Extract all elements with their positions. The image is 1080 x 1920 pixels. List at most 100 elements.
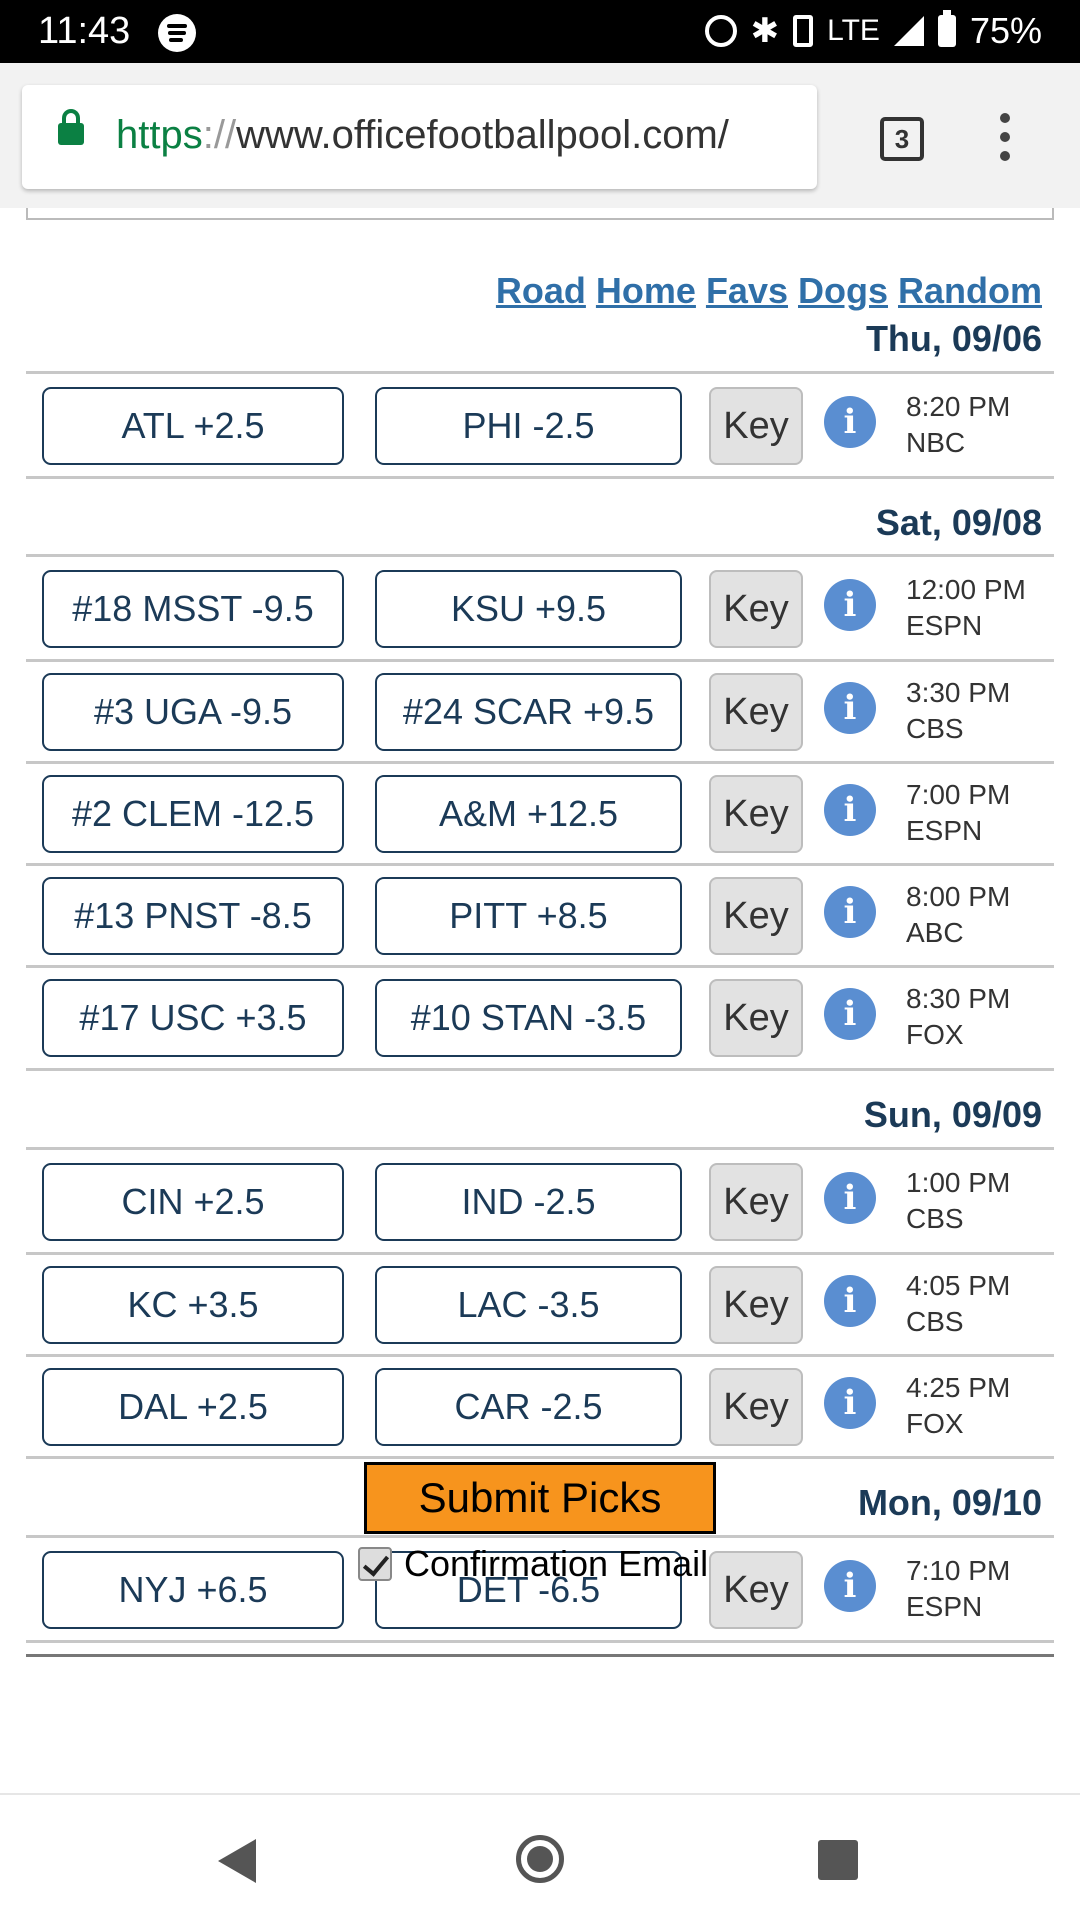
divider	[26, 1640, 1054, 1643]
info-icon[interactable]: i	[824, 682, 876, 734]
game-time: 8:30 PM FOX	[906, 981, 1010, 1053]
game-row: #13 PNST -8.5 PITT +8.5 Key i 8:00 PM ABC	[26, 864, 1054, 966]
home-pick-button[interactable]: PHI -2.5	[375, 387, 682, 465]
home-pick-button[interactable]: IND -2.5	[375, 1163, 682, 1241]
sort-favs-link[interactable]: Favs	[706, 270, 788, 311]
key-button[interactable]: Key	[709, 570, 803, 648]
away-pick-button[interactable]: ATL +2.5	[42, 387, 344, 465]
divider	[26, 1456, 1054, 1459]
away-pick-button[interactable]: #17 USC +3.5	[42, 979, 344, 1057]
divider	[26, 1654, 1054, 1657]
key-button[interactable]: Key	[709, 1266, 803, 1344]
home-pick-button[interactable]: #24 SCAR +9.5	[375, 673, 682, 751]
sort-home-link[interactable]: Home	[596, 270, 696, 311]
system-navigation-bar	[0, 1793, 1080, 1920]
key-button[interactable]: Key	[709, 1551, 803, 1629]
key-button[interactable]: Key	[709, 673, 803, 751]
url-separator: ://	[202, 113, 237, 157]
spotify-icon	[158, 14, 196, 52]
url-bar[interactable]: https://www.officefootballpool.com/	[22, 85, 817, 189]
info-icon[interactable]: i	[824, 1172, 876, 1224]
game-row: CIN +2.5 IND -2.5 Key i 1:00 PM CBS	[26, 1150, 1054, 1252]
home-pick-button[interactable]: CAR -2.5	[375, 1368, 682, 1446]
away-pick-button[interactable]: #13 PNST -8.5	[42, 877, 344, 955]
home-pick-button[interactable]: KSU +9.5	[375, 570, 682, 648]
tv-network: CBS	[906, 713, 964, 744]
info-icon[interactable]: i	[824, 1275, 876, 1327]
back-icon[interactable]	[218, 1839, 256, 1883]
tab-switcher-button[interactable]: 3	[880, 117, 924, 161]
sort-random-link[interactable]: Random	[898, 270, 1042, 311]
key-button[interactable]: Key	[709, 1163, 803, 1241]
battery-percent: 75%	[969, 10, 1042, 51]
tv-network: NBC	[906, 427, 966, 458]
info-icon[interactable]: i	[824, 1560, 876, 1612]
game-time: 4:05 PM CBS	[906, 1268, 1010, 1340]
key-button[interactable]: Key	[709, 979, 803, 1057]
key-button[interactable]: Key	[709, 387, 803, 465]
tv-network: FOX	[906, 1019, 964, 1050]
tv-network: FOX	[906, 1408, 964, 1439]
sort-road-link[interactable]: Road	[496, 270, 586, 311]
kickoff-time: 4:25 PM	[906, 1372, 1011, 1403]
info-icon[interactable]: i	[824, 886, 876, 938]
game-time: 7:00 PM ESPN	[906, 777, 1010, 849]
away-pick-button[interactable]: #18 MSST -9.5	[42, 570, 344, 648]
sort-dogs-link[interactable]: Dogs	[798, 270, 888, 311]
game-time: 7:10 PM ESPN	[906, 1553, 1010, 1625]
home-icon[interactable]	[516, 1835, 564, 1883]
away-pick-button[interactable]: DAL +2.5	[42, 1368, 344, 1446]
kickoff-time: 7:10 PM	[906, 1555, 1011, 1586]
game-row: #3 UGA -9.5 #24 SCAR +9.5 Key i 3:30 PM C…	[26, 660, 1054, 762]
info-icon[interactable]: i	[824, 579, 876, 631]
divider	[26, 1068, 1054, 1071]
vibrate-icon	[793, 15, 814, 47]
tv-network: ESPN	[906, 815, 983, 846]
away-pick-button[interactable]: #3 UGA -9.5	[42, 673, 344, 751]
home-pick-button[interactable]: LAC -3.5	[375, 1266, 682, 1344]
home-pick-button[interactable]: A&M +12.5	[375, 775, 682, 853]
game-time: 8:00 PM ABC	[906, 879, 1010, 951]
game-time: 4:25 PM FOX	[906, 1370, 1010, 1442]
game-row: #2 CLEM -12.5 A&M +12.5 Key i 7:00 PM ESP…	[26, 762, 1054, 864]
info-icon[interactable]: i	[824, 784, 876, 836]
url-text[interactable]: https://www.officefootballpool.com/	[116, 113, 729, 158]
url-host: www.officefootballpool.com/	[236, 113, 729, 157]
game-time: 1:00 PM CBS	[906, 1165, 1010, 1237]
kickoff-time: 7:00 PM	[906, 779, 1011, 810]
key-button[interactable]: Key	[709, 1368, 803, 1446]
overflow-menu-icon[interactable]	[1000, 113, 1012, 163]
home-pick-button[interactable]: #10 STAN -3.5	[375, 979, 682, 1057]
kickoff-time: 8:30 PM	[906, 983, 1011, 1014]
away-pick-button[interactable]: CIN +2.5	[42, 1163, 344, 1241]
game-row: DAL +2.5 CAR -2.5 Key i 4:25 PM FOX	[26, 1355, 1054, 1457]
info-icon[interactable]: i	[824, 1377, 876, 1429]
divider	[26, 476, 1054, 479]
date-header: Sun, 09/09	[863, 1094, 1042, 1135]
kickoff-time: 1:00 PM	[906, 1167, 1011, 1198]
away-pick-button[interactable]: NYJ +6.5	[42, 1551, 344, 1629]
recent-apps-icon[interactable]	[818, 1840, 858, 1880]
alarm-icon	[704, 15, 737, 47]
game-row: ATL +2.5 PHI -2.5 Key i 8:20 PM NBC	[26, 374, 1054, 476]
lock-icon	[58, 109, 84, 145]
home-pick-button[interactable]: PITT +8.5	[375, 877, 682, 955]
confirmation-email-checkbox[interactable]	[358, 1547, 392, 1581]
kickoff-time: 12:00 PM	[906, 574, 1026, 605]
info-icon[interactable]: i	[824, 988, 876, 1040]
game-time: 3:30 PM CBS	[906, 675, 1010, 747]
kickoff-time: 3:30 PM	[906, 677, 1011, 708]
previous-section-box	[26, 208, 1054, 220]
away-pick-button[interactable]: #2 CLEM -12.5	[42, 775, 344, 853]
bluetooth-icon: ✱	[750, 12, 780, 50]
status-time: 11:43	[38, 10, 131, 52]
away-pick-button[interactable]: KC +3.5	[42, 1266, 344, 1344]
submit-picks-button[interactable]: Submit Picks	[364, 1462, 716, 1534]
kickoff-time: 4:05 PM	[906, 1270, 1011, 1301]
key-button[interactable]: Key	[709, 877, 803, 955]
confirmation-email-option[interactable]: Confirmation Email	[358, 1543, 708, 1585]
info-icon[interactable]: i	[824, 396, 876, 448]
battery-icon	[937, 10, 956, 47]
key-button[interactable]: Key	[709, 775, 803, 853]
status-bar: 11:43 ✱ LTE 75%	[0, 0, 1080, 63]
